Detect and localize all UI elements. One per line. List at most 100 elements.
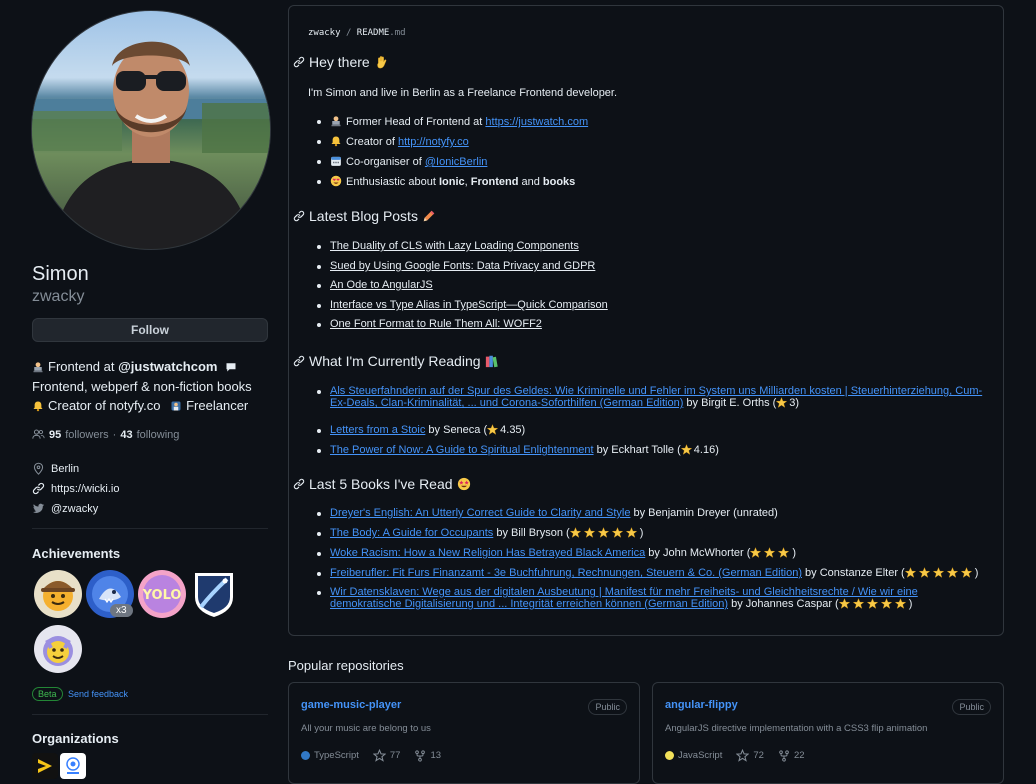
star-icon <box>933 567 944 578</box>
blog-post-link[interactable]: An Ode to AngularJS <box>330 279 433 291</box>
star-rating <box>905 567 975 579</box>
book-link[interactable]: Letters from a Stoic <box>330 424 425 436</box>
profile-avatar[interactable] <box>31 10 271 250</box>
bullet <box>317 449 321 453</box>
blog-post-link[interactable]: One Font Format to Rule Them All: WOFF2 <box>330 318 542 330</box>
breadcrumb-user[interactable]: zwacky <box>308 28 341 38</box>
star-icon <box>947 567 958 578</box>
achievement-badge-quickdraw[interactable] <box>33 624 83 674</box>
reading-item: Letters from a Stoic by Seneca (4.35) <box>330 424 526 436</box>
office-worker-emoji-icon <box>171 401 181 411</box>
bullet <box>317 323 321 327</box>
organizations-title: Organizations <box>32 731 119 746</box>
anchor-link-icon[interactable] <box>293 56 305 68</box>
list-item-former-head: Former Head of Frontend at https://justw… <box>330 115 588 128</box>
bullet <box>317 512 321 516</box>
achievement-badge-yolo[interactable]: YOLO <box>137 569 187 619</box>
twitter-handle[interactable]: @zwacky <box>51 503 98 515</box>
anchor-link-icon[interactable] <box>293 478 305 490</box>
star-icon <box>681 444 692 455</box>
repo-card: angular-flippy Public AngularJS directiv… <box>652 682 1004 784</box>
star-icon <box>881 598 892 609</box>
twitter-row: @zwacky <box>32 502 98 515</box>
star-rating <box>570 527 640 539</box>
heading-hey-there: Hey there <box>293 54 392 70</box>
book-link[interactable]: demokratische Digitalisierung und ... In… <box>330 598 728 610</box>
bullet <box>317 265 321 269</box>
following-label[interactable]: following <box>137 429 180 441</box>
location-text: Berlin <box>51 462 80 475</box>
justwatch-link[interactable]: https://justwatch.com <box>485 116 588 128</box>
visibility-badge: Public <box>952 699 991 715</box>
readme-card: zwacky / README.md Hey there I'm Simon a… <box>288 5 1004 636</box>
bell-icon <box>33 401 43 412</box>
technologist-emoji-icon <box>33 362 43 373</box>
bullet <box>317 429 321 433</box>
website-link[interactable]: https://wicki.io <box>51 483 119 495</box>
profile-username: zwacky <box>32 288 85 305</box>
book-link[interactable]: Woke Racism: How a New Religion Has Betr… <box>330 547 645 559</box>
achievement-badge-starstruck[interactable] <box>189 569 239 619</box>
follow-button[interactable]: Follow <box>32 318 268 342</box>
reading-item: The Power of Now: A Guide to Spiritual E… <box>330 444 719 456</box>
book-link[interactable]: Wir Datensklaven: Wege aus der digitalen… <box>330 586 918 598</box>
repo-forks[interactable]: 13 <box>430 750 441 761</box>
read-book-item: Dreyer's English: An Utterly Correct Gui… <box>330 507 778 519</box>
breadcrumb-file: README <box>356 28 390 38</box>
list-item-co-organiser: Co-organiser of @IonicBerlin <box>330 155 487 168</box>
organization-avatar-ionic-berlin[interactable] <box>60 753 86 779</box>
star-icon <box>750 547 761 558</box>
followers-count[interactable]: 95 <box>49 429 61 441</box>
sidebar-divider <box>32 714 268 715</box>
achievement-badge-yolo-cowboy[interactable] <box>33 569 83 619</box>
profile-bio: Frontend at @justwatchcom Frontend, webp… <box>32 359 252 413</box>
readme-breadcrumb: zwacky / README.md <box>308 28 406 38</box>
achievement-multiplier: x3 <box>110 604 133 617</box>
organization-avatar-justwatch[interactable] <box>32 753 58 779</box>
notyfy-link[interactable]: http://notyfy.co <box>398 136 469 148</box>
books-icon <box>485 355 498 368</box>
star-icon <box>612 527 623 538</box>
book-link[interactable]: The Body: A Guide for Occupants <box>330 527 493 539</box>
following-count[interactable]: 43 <box>120 429 132 441</box>
location-pin-icon <box>33 462 44 475</box>
book-link[interactable]: Ex-Deals, Clan-Kriminalität, ... und Cor… <box>330 397 683 409</box>
repo-name-link[interactable]: angular-flippy <box>665 699 738 711</box>
blog-post-link[interactable]: The Duality of CLS with Lazy Loading Com… <box>330 240 579 252</box>
org-mention-link[interactable]: @justwatchcom <box>118 359 217 374</box>
book-link[interactable]: The Power of Now: A Guide to Spiritual E… <box>330 444 594 456</box>
repo-stars[interactable]: 77 <box>390 750 401 761</box>
repo-stars[interactable]: 72 <box>753 750 764 761</box>
calendar-icon <box>331 156 341 166</box>
book-link[interactable]: Als Steuerfahnderin auf der Spur des Gel… <box>330 385 982 397</box>
star-icon <box>373 749 386 762</box>
book-link[interactable]: Freiberufler: Fit Furs Finanzamt - 3e Bu… <box>330 567 802 579</box>
bullet <box>317 532 321 536</box>
anchor-link-icon[interactable] <box>293 355 305 367</box>
repo-name-link[interactable]: game-music-player <box>301 699 401 711</box>
bullet <box>317 284 321 288</box>
followers-label[interactable]: followers <box>65 429 108 441</box>
visibility-badge: Public <box>588 699 627 715</box>
blog-post-link[interactable]: Interface vs Type Alias in TypeScript—Qu… <box>330 299 608 311</box>
heart-eyes-emoji-icon <box>330 175 342 187</box>
star-icon <box>626 527 637 538</box>
star-icon <box>584 527 595 538</box>
anchor-link-icon[interactable] <box>293 210 305 222</box>
book-link[interactable]: Dreyer's English: An Utterly Correct Gui… <box>330 507 630 519</box>
profile-full-name: Simon <box>32 263 89 285</box>
star-icon <box>778 547 789 558</box>
waving-hand-icon <box>376 56 386 69</box>
blog-post-link[interactable]: Sued by Using Google Fonts: Data Privacy… <box>330 260 595 272</box>
list-item-enthusiastic: Enthusiastic about Ionic, Frontend and b… <box>330 175 575 188</box>
popular-repositories-title: Popular repositories <box>288 658 404 673</box>
repo-language: TypeScript <box>314 750 359 761</box>
repo-forks[interactable]: 22 <box>794 750 805 761</box>
read-book-item: Freiberufler: Fit Furs Finanzamt - 3e Bu… <box>330 567 979 579</box>
repo-description: All your music are belong to us <box>301 723 431 734</box>
achievements-title: Achievements <box>32 546 121 561</box>
ionicberlin-link[interactable]: @IonicBerlin <box>425 156 488 168</box>
send-feedback-link[interactable]: Send feedback <box>68 689 128 699</box>
star-rating <box>750 547 792 559</box>
language-color-dot <box>665 751 674 760</box>
